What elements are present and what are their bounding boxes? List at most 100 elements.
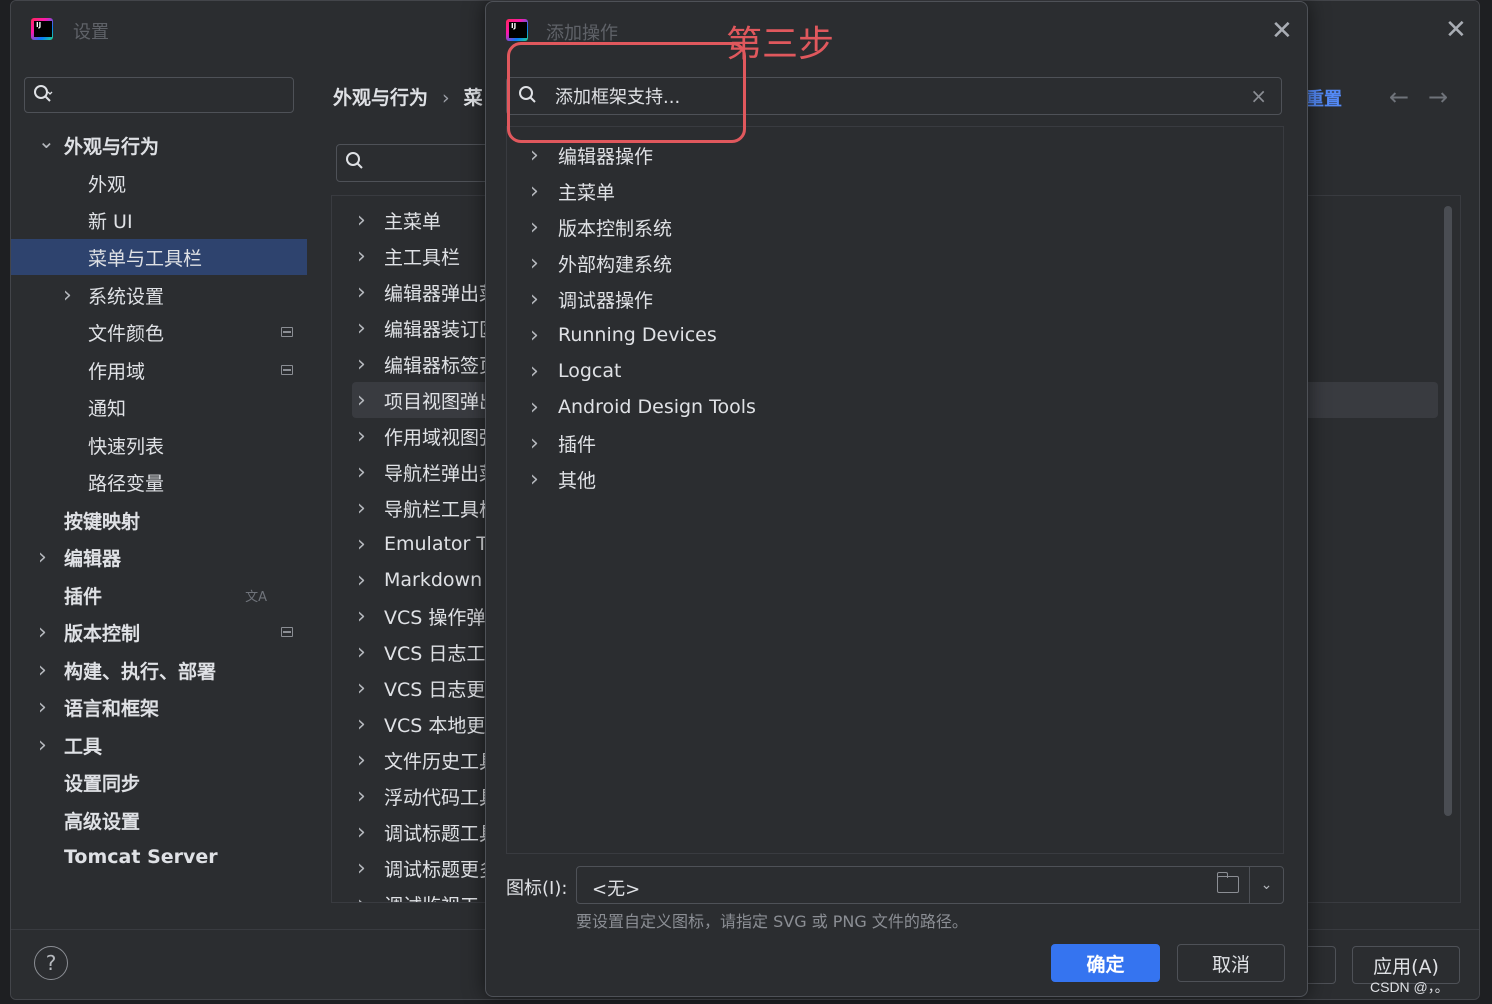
icon-path-field[interactable]: <无> ⌄: [576, 866, 1284, 904]
chevron-right-icon[interactable]: ›: [357, 892, 366, 903]
sidebar-item[interactable]: 新 UI: [11, 202, 307, 238]
forward-arrow-icon[interactable]: →: [1428, 83, 1448, 111]
help-button[interactable]: ?: [34, 946, 68, 980]
chevron-right-icon[interactable]: ›: [530, 215, 539, 240]
chevron-right-icon[interactable]: ›: [530, 395, 539, 420]
sidebar-item[interactable]: › 工具: [11, 727, 307, 763]
chevron-down-icon[interactable]: ⌄: [1249, 867, 1283, 903]
chevron-right-icon[interactable]: ›: [357, 784, 366, 809]
sidebar-item[interactable]: 插件 文A: [11, 577, 307, 613]
chevron-right-icon[interactable]: ›: [38, 695, 47, 720]
sidebar-item[interactable]: 菜单与工具栏: [11, 239, 307, 275]
chevron-right-icon[interactable]: ›: [357, 460, 366, 485]
sidebar-item-label: 工具: [64, 735, 103, 758]
menu-tree-row-label: VCS 日志工: [384, 642, 486, 665]
chevron-right-icon[interactable]: ›: [357, 208, 366, 233]
chevron-right-icon[interactable]: ›: [530, 359, 539, 384]
clear-search-icon[interactable]: ×: [1250, 84, 1267, 108]
chevron-right-icon[interactable]: ›: [38, 620, 47, 645]
icon-hint-text: 要设置自定义图标，请指定 SVG 或 PNG 文件的路径。: [576, 912, 968, 931]
translate-icon: 文A: [245, 589, 267, 605]
ok-button[interactable]: 确定: [1051, 944, 1160, 982]
sidebar-item[interactable]: 外观: [11, 165, 307, 201]
menu-search-input[interactable]: [336, 144, 506, 182]
sidebar-item-label: 系统设置: [88, 285, 165, 308]
action-group-label: 外部构建系统: [558, 253, 673, 276]
menu-tree-row-label: Markdown: [384, 569, 483, 591]
action-group-row[interactable]: › 插件: [507, 425, 1283, 461]
sidebar-item[interactable]: › 语言和框架: [11, 689, 307, 725]
chevron-right-icon[interactable]: ›: [357, 604, 366, 629]
sidebar-item[interactable]: 路径变量: [11, 464, 307, 500]
sidebar-item[interactable]: 通知: [11, 389, 307, 425]
chevron-right-icon[interactable]: ›: [357, 532, 366, 557]
sidebar-item[interactable]: › 编辑器: [11, 539, 307, 575]
sidebar-item[interactable]: 文件颜色: [11, 314, 307, 350]
breadcrumb-item[interactable]: 外观与行为: [333, 87, 428, 109]
cancel-button[interactable]: 取消: [1177, 944, 1285, 982]
chevron-right-icon[interactable]: ›: [357, 568, 366, 593]
action-group-row[interactable]: › Logcat: [507, 353, 1283, 389]
chevron-right-icon[interactable]: ›: [530, 431, 539, 456]
chevron-down-icon[interactable]: ⌄: [38, 129, 55, 153]
sidebar-item[interactable]: 快速列表: [11, 427, 307, 463]
chevron-right-icon[interactable]: ›: [357, 640, 366, 665]
chevron-right-icon[interactable]: ›: [357, 424, 366, 449]
sidebar-item-label: 语言和框架: [64, 697, 160, 720]
chevron-right-icon[interactable]: ›: [530, 251, 539, 276]
sidebar-item[interactable]: 按键映射: [11, 502, 307, 538]
chevron-right-icon[interactable]: ›: [63, 283, 72, 308]
action-group-row[interactable]: › 版本控制系统: [507, 209, 1283, 245]
sidebar-item[interactable]: Tomcat Server: [11, 839, 307, 875]
sidebar-item-label: 路径变量: [88, 472, 165, 495]
reset-link[interactable]: 重置: [1306, 85, 1342, 111]
project-level-icon: [281, 365, 293, 375]
chevron-right-icon[interactable]: ›: [38, 545, 47, 570]
action-group-row[interactable]: › Running Devices: [507, 317, 1283, 353]
action-group-row[interactable]: › 外部构建系统: [507, 245, 1283, 281]
sidebar-item[interactable]: 设置同步: [11, 764, 307, 800]
action-group-label: 版本控制系统: [558, 217, 673, 240]
action-group-row[interactable]: › Android Design Tools: [507, 389, 1283, 425]
sidebar-item[interactable]: 高级设置: [11, 802, 307, 838]
breadcrumb-item[interactable]: 菜: [464, 87, 483, 109]
chevron-right-icon[interactable]: ›: [357, 676, 366, 701]
action-group-row[interactable]: › 其他: [507, 461, 1283, 497]
menu-tree-row-label: 导航栏弹出菜: [384, 462, 499, 485]
sidebar-item[interactable]: › 版本控制: [11, 614, 307, 650]
chevron-right-icon[interactable]: ›: [38, 658, 47, 683]
chevron-right-icon[interactable]: ›: [530, 467, 539, 492]
chevron-right-icon[interactable]: ›: [357, 388, 366, 413]
folder-icon[interactable]: [1216, 872, 1239, 893]
dialog-close-icon[interactable]: ✕: [1271, 18, 1293, 44]
sidebar-search-input[interactable]: [24, 77, 294, 113]
sidebar-item[interactable]: ⌄ 外观与行为: [11, 127, 307, 163]
chevron-right-icon[interactable]: ›: [38, 733, 47, 758]
chevron-right-icon[interactable]: ›: [357, 712, 366, 737]
chevron-right-icon[interactable]: ›: [530, 143, 539, 168]
chevron-right-icon[interactable]: ›: [357, 820, 366, 845]
chevron-right-icon[interactable]: ›: [357, 280, 366, 305]
chevron-right-icon[interactable]: ›: [357, 856, 366, 881]
chevron-right-icon[interactable]: ›: [530, 179, 539, 204]
sidebar-item-label: 通知: [88, 397, 127, 420]
sidebar-item[interactable]: › 构建、执行、部署: [11, 652, 307, 688]
action-group-label: 编辑器操作: [558, 145, 654, 168]
action-group-label: Android Design Tools: [558, 396, 756, 418]
menu-tree-row-label: 导航栏工具栏: [384, 498, 499, 521]
action-group-row[interactable]: › 主菜单: [507, 173, 1283, 209]
chevron-right-icon[interactable]: ›: [357, 496, 366, 521]
chevron-right-icon[interactable]: ›: [530, 323, 539, 348]
chevron-right-icon[interactable]: ›: [357, 352, 366, 377]
chevron-right-icon[interactable]: ›: [357, 244, 366, 269]
action-group-row[interactable]: › 调试器操作: [507, 281, 1283, 317]
sidebar-item[interactable]: 作用域: [11, 352, 307, 388]
chevron-right-icon[interactable]: ›: [530, 287, 539, 312]
chevron-right-icon[interactable]: ›: [357, 748, 366, 773]
sidebar-item-label: 编辑器: [64, 547, 122, 570]
chevron-right-icon[interactable]: ›: [357, 316, 366, 341]
sidebar-item[interactable]: › 系统设置: [11, 277, 307, 313]
settings-close-icon[interactable]: ✕: [1445, 17, 1467, 43]
back-arrow-icon[interactable]: ←: [1389, 83, 1409, 111]
menu-tree-scrollbar[interactable]: [1444, 206, 1452, 816]
